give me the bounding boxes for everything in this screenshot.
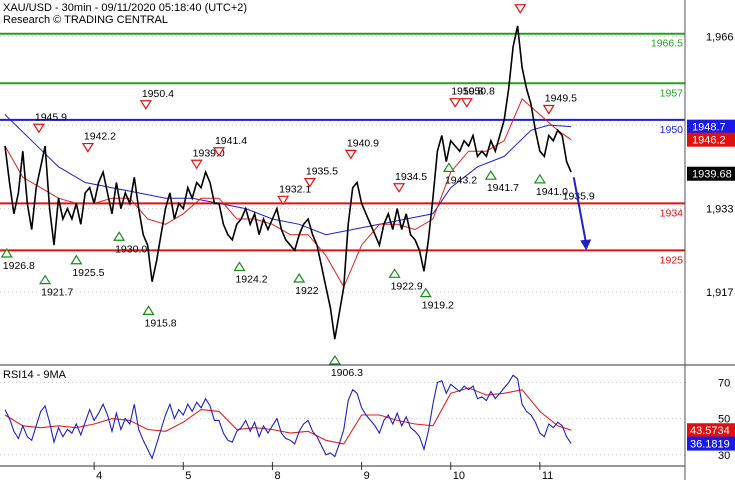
peak-label: 1935.5 — [306, 166, 338, 178]
peak-label: 1949.5 — [545, 92, 577, 104]
peak-label: 1934.5 — [395, 171, 427, 183]
x-tick-label: 4 — [96, 470, 102, 480]
y-tick-label: 1,933 — [706, 204, 734, 216]
x-tick-label: 8 — [274, 470, 280, 480]
level-label: 1950 — [660, 124, 684, 136]
price-chart: 1966.5 1957 1950 1934 1925 1945.9 1942.2 1950.… — [0, 0, 735, 482]
chart-stage: 1966.5 1957 1950 1934 1925 1945.9 1942.2 1950.… — [0, 0, 735, 482]
y-tick-label: 1,917 — [706, 287, 734, 299]
level-label: 1925 — [660, 254, 684, 266]
trough-label: 1922.9 — [391, 280, 423, 292]
peak-label: 1945.9 — [35, 111, 67, 123]
trough-label: 1941.7 — [487, 182, 519, 194]
chart-title: XAU/USD - 30min - 09/11/2020 05:18:40 (U… — [3, 2, 247, 14]
peak-label: 1941.4 — [215, 135, 247, 147]
peak-label: 1950.4 — [142, 88, 174, 100]
chart-subtitle: Research © TRADING CENTRAL — [3, 14, 168, 26]
trough-label: 1922 — [295, 285, 319, 297]
trough-label: 1924.2 — [235, 274, 267, 286]
x-tick-label: 10 — [453, 470, 465, 480]
trough-label: 1915.8 — [145, 317, 177, 329]
x-tick-label: 9 — [364, 470, 370, 480]
ma-value-tag: 1948.7 — [692, 122, 726, 134]
ma-value-tag: 1946.2 — [692, 135, 726, 147]
current-price-tag: 1939.68 — [692, 169, 732, 181]
trough-label: 1906.3 — [331, 367, 363, 379]
x-tick-label: 11 — [542, 470, 553, 480]
peak-label: 1942.2 — [84, 131, 116, 143]
rsi-panel-title: RSI14 - 9MA — [3, 369, 67, 381]
rsi-value-tag: 43.5734 — [690, 425, 730, 437]
trough-label: 1943.2 — [445, 174, 477, 186]
level-label: 1966.5 — [651, 38, 683, 50]
rsi-value-tag: 36.1819 — [690, 439, 730, 451]
level-label: 1934 — [660, 207, 684, 219]
trough-label: 1930.0 — [115, 243, 147, 255]
peak-label: 1932.1 — [279, 183, 311, 195]
level-label: 1957 — [660, 87, 684, 99]
rsi-y-tick-label: 70 — [718, 377, 730, 389]
trough-label: 1919.2 — [422, 300, 454, 312]
trough-label: 1925.5 — [72, 267, 104, 279]
peak-label: 1950.8 — [463, 86, 495, 98]
trough-label: 1926.8 — [3, 260, 35, 272]
rsi-y-tick-label: 30 — [718, 450, 730, 462]
x-tick-label: 5 — [185, 470, 191, 480]
y-tick-label: 1,966 — [706, 31, 734, 43]
trough-label: 1921.7 — [41, 287, 73, 299]
peak-label: 1940.9 — [347, 137, 379, 149]
